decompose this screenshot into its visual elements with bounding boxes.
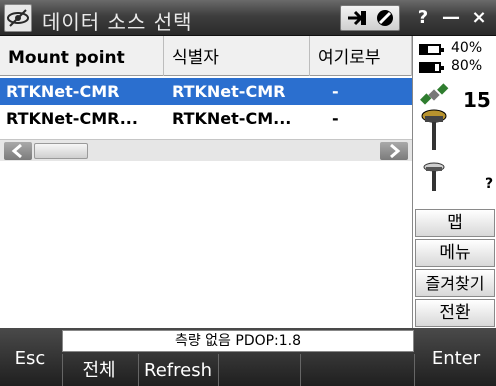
column-header-identifier[interactable]: 식별자 — [164, 36, 310, 76]
scroll-left-button[interactable] — [4, 142, 32, 160]
close-button[interactable]: × — [468, 5, 490, 31]
battery-1-level — [421, 46, 429, 53]
chevron-left-icon — [11, 143, 22, 159]
mountpoint-table: Mount point 식별자 여기로부 RTKNet-CMR RTKNet-C… — [0, 36, 412, 328]
column-header-mount-point[interactable]: Mount point — [0, 36, 164, 76]
cell-identifier: RTKNet-CM... — [172, 109, 292, 128]
toolbar-group — [340, 5, 400, 31]
cell-mount-point: RTKNet-CMR — [6, 82, 120, 101]
gnss-antenna-icon[interactable] — [419, 108, 449, 156]
title-bar: 데이터 소스 선택 ? — × — [0, 0, 496, 36]
divider — [62, 354, 63, 386]
arrow-in-icon[interactable] — [346, 8, 368, 32]
status-side-panel: 40% 80% 15 ? 맵 메뉴 즐겨찾기 전환 — [412, 36, 496, 328]
battery-2-level — [421, 64, 436, 71]
all-button[interactable]: 전체 — [64, 358, 134, 384]
battery-1-percent: 40% — [451, 40, 483, 56]
table-row[interactable]: RTKNet-CMR RTKNet-CMR - — [0, 78, 412, 105]
esc-button[interactable]: Esc — [6, 344, 54, 374]
divider — [218, 354, 219, 386]
rover-antenna-icon[interactable] — [421, 162, 447, 196]
battery-2-percent: 80% — [451, 58, 483, 74]
menu-button[interactable]: 메뉴 — [415, 239, 495, 267]
no-entry-icon[interactable] — [374, 8, 396, 32]
scroll-right-button[interactable] — [380, 142, 408, 160]
battery-icon — [419, 62, 444, 73]
divider — [138, 354, 139, 386]
map-button[interactable]: 맵 — [415, 209, 495, 237]
minimize-button[interactable]: — — [440, 5, 462, 31]
bottom-bar: 측량 없음 PDOP:1.8 Esc 전체 Refresh Enter — [0, 328, 496, 386]
satellite-count: 15 — [463, 88, 491, 112]
window-title: 데이터 소스 선택 — [42, 10, 193, 34]
cell-identifier: RTKNet-CMR — [172, 82, 286, 101]
horizontal-scrollbar[interactable] — [0, 139, 412, 161]
table-row[interactable]: RTKNet-CMR... RTKNet-CM... - — [0, 105, 412, 132]
rover-status: ? — [485, 176, 494, 192]
switch-button[interactable]: 전환 — [415, 299, 495, 327]
scroll-thumb[interactable] — [34, 143, 88, 159]
cell-mount-point: RTKNet-CMR... — [6, 109, 138, 128]
app-logo-icon[interactable] — [4, 4, 32, 32]
table-header: Mount point 식별자 여기로부 — [0, 36, 412, 76]
favorites-button[interactable]: 즐겨찾기 — [415, 269, 495, 297]
refresh-button[interactable]: Refresh — [140, 358, 216, 384]
status-line: 측량 없음 PDOP:1.8 — [62, 330, 414, 352]
help-button[interactable]: ? — [412, 5, 434, 31]
enter-button[interactable]: Enter — [416, 344, 496, 374]
chevron-right-icon — [390, 143, 401, 159]
column-header-distance[interactable]: 여기로부 — [310, 36, 412, 76]
battery-icon — [419, 44, 444, 55]
cell-distance: - — [332, 82, 339, 101]
divider — [414, 354, 415, 386]
cell-distance: - — [332, 109, 339, 128]
divider — [300, 354, 301, 386]
